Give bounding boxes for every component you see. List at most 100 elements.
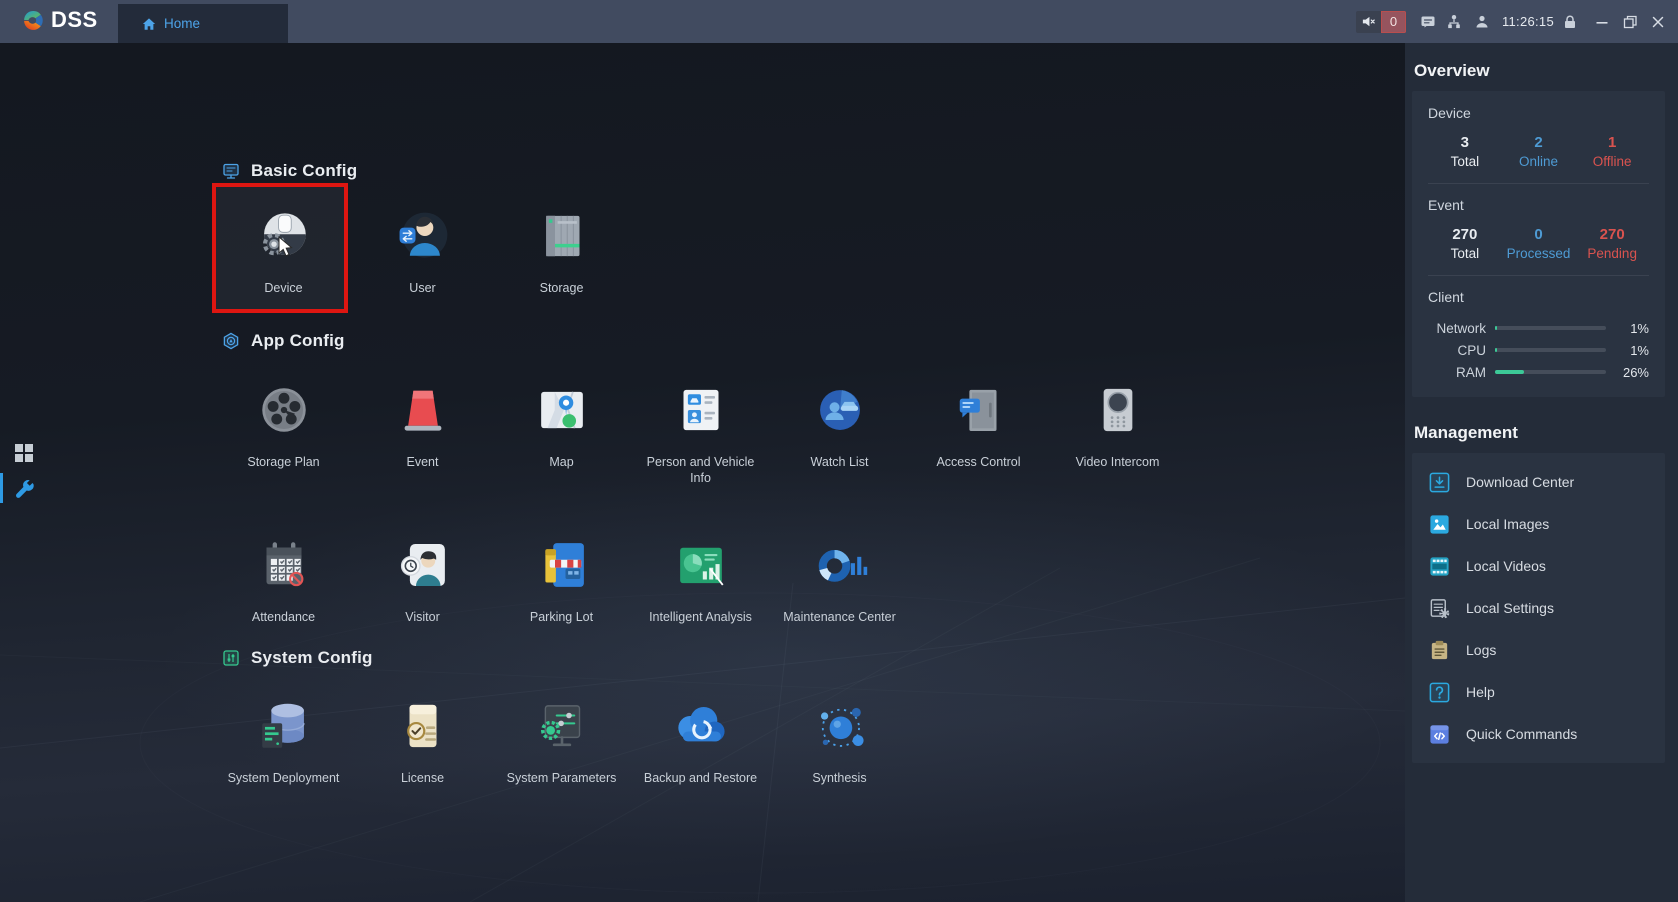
home-icon [142,17,156,31]
dss-client-window: { "window": { "logo_text": "DSS", "tab_h… [0,0,1678,902]
management-item-help[interactable]: Help [1428,671,1649,713]
user-icon [391,204,455,268]
management-item-local-images[interactable]: Local Images [1428,503,1649,545]
tile-event[interactable]: Event [353,378,492,487]
tile-device[interactable]: Device [214,204,353,296]
management-item-local-videos[interactable]: Local Videos [1428,545,1649,587]
tile-label: Intelligent Analysis [649,609,752,625]
stat-event-processed: 0 Processed [1502,226,1576,261]
section-title: App Config [251,331,345,351]
dss-logo-icon [18,6,46,34]
stat-device-online: 2 Online [1502,134,1576,169]
tile-user[interactable]: User [353,204,492,296]
tile-label: Watch List [811,454,869,470]
tile-parking-lot[interactable]: Parking Lot [492,533,631,625]
event-icon [391,378,455,442]
download-center-icon [1428,471,1451,494]
tile-map[interactable]: Map [492,378,631,487]
tile-maintenance-center[interactable]: Maintenance Center [770,533,909,625]
tile-label: Storage Plan [247,454,319,470]
tile-label: Backup and Restore [644,770,757,786]
tile-label: Access Control [936,454,1020,470]
access-control-icon [947,378,1011,442]
parking-lot-icon [530,533,594,597]
meter-network: Network 1% [1428,317,1649,339]
speaker-muted-icon [1356,11,1381,33]
tab-home[interactable]: Home [118,4,288,43]
right-panel: Overview Device 3 Total 2 Online 1 Offli… [1405,43,1678,902]
sitemap-icon[interactable] [1446,14,1462,30]
tile-backup-restore[interactable]: Backup and Restore [631,694,770,786]
map-icon [530,378,594,442]
attendance-icon [252,533,316,597]
tile-label: Maintenance Center [783,609,896,625]
tile-label: Event [407,454,439,470]
tile-system-deployment[interactable]: System Deployment [214,694,353,786]
tab-home-label: Home [164,16,200,31]
meter-cpu: CPU 1% [1428,339,1649,361]
tile-label: Device [264,280,302,296]
quick-commands-icon [1428,723,1451,746]
tile-label: Map [549,454,573,470]
tile-label: Attendance [252,609,315,625]
overview-device-label: Device [1428,105,1649,121]
management-item-quick-commands[interactable]: Quick Commands [1428,713,1649,755]
titlebar-controls: 0 11:26:15 [1356,0,1678,43]
title-bar: DSS Home 0 [0,0,1678,43]
tile-storage-plan[interactable]: Storage Plan [214,378,353,487]
section-app-config: App Config [222,331,345,351]
tools-wrench-icon[interactable] [12,477,36,501]
logo-text: DSS [51,7,98,33]
tile-license[interactable]: License [353,694,492,786]
person-vehicle-icon [669,378,733,442]
mute-badge[interactable]: 0 [1356,11,1406,33]
tile-label: Storage [540,280,584,296]
dss-logo: DSS [18,6,98,34]
device-icon [252,204,316,268]
clock-time: 11:26:15 [1502,14,1554,29]
tile-video-intercom[interactable]: Video Intercom [1048,378,1187,487]
apps-grid-icon[interactable] [12,441,36,465]
home-canvas: Basic Config Device [0,43,1405,902]
management-item-download-center[interactable]: Download Center [1428,461,1649,503]
restore-button[interactable] [1622,14,1638,30]
meter-ram: RAM 26% [1428,361,1649,383]
maintenance-center-icon [808,533,872,597]
section-basic-config: Basic Config [222,161,357,181]
overview-card: Device 3 Total 2 Online 1 Offline Event … [1412,91,1665,397]
overview-title: Overview [1414,61,1665,81]
basic-config-icon [222,162,240,180]
intelligent-analysis-icon [669,533,733,597]
feedback-icon[interactable] [1420,14,1436,30]
local-images-icon [1428,513,1451,536]
management-card: Download Center Local Images Local Video… [1412,453,1665,763]
tile-attendance[interactable]: Attendance [214,533,353,625]
tile-visitor[interactable]: Visitor [353,533,492,625]
tile-storage[interactable]: Storage [492,204,631,296]
storage-icon [530,204,594,268]
minimize-button[interactable] [1594,14,1610,30]
tile-system-parameters[interactable]: System Parameters [492,694,631,786]
close-button[interactable] [1650,14,1666,30]
stat-device-offline: 1 Offline [1575,134,1649,169]
local-settings-icon [1428,597,1451,620]
management-title: Management [1414,423,1665,443]
tile-label: Video Intercom [1076,454,1160,470]
tile-synthesis[interactable]: Synthesis [770,694,909,786]
management-item-logs[interactable]: Logs [1428,629,1649,671]
tile-label: Synthesis [812,770,866,786]
app-config-icon [222,332,240,350]
storage-plan-icon [252,378,316,442]
tile-label: System Parameters [507,770,617,786]
tile-intelligent-analysis[interactable]: Intelligent Analysis [631,533,770,625]
event-stats: 270 Total 0 Processed 270 Pending [1428,226,1649,261]
lock-icon[interactable] [1562,14,1578,30]
tile-watch-list[interactable]: Watch List [770,378,909,487]
tile-access-control[interactable]: Access Control [909,378,1048,487]
user-account-icon[interactable] [1474,14,1490,30]
management-item-local-settings[interactable]: Local Settings [1428,587,1649,629]
tile-label: System Deployment [228,770,340,786]
tile-person-vehicle-info[interactable]: Person and Vehicle Info [631,378,770,487]
app-config-tiles-row1: Storage Plan Event [214,378,1187,487]
system-parameters-icon [530,694,594,758]
